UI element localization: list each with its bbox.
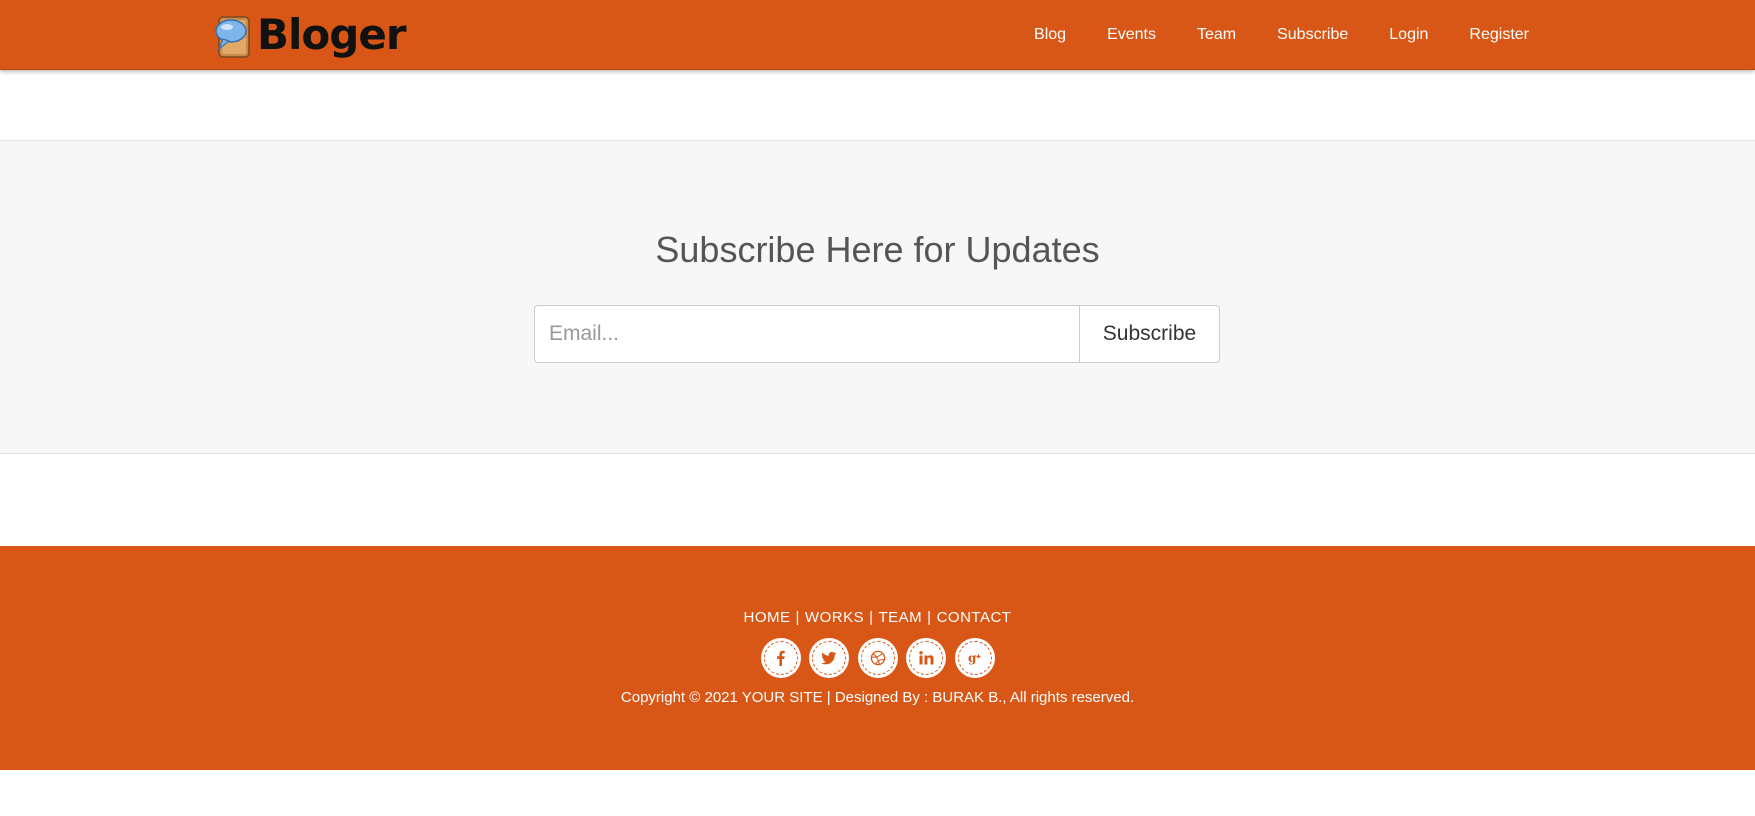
speech-bubble-book-icon xyxy=(215,16,250,58)
footer-link-home[interactable]: HOME xyxy=(744,609,791,626)
google-plus-button[interactable]: g xyxy=(954,638,995,678)
footer-link-works[interactable]: WORKS xyxy=(805,609,864,626)
footer-separator: | xyxy=(927,609,932,626)
dribbble-button[interactable] xyxy=(857,638,898,678)
google-plus-icon: g xyxy=(968,651,980,665)
twitter-icon xyxy=(821,651,837,665)
nav-link-events[interactable]: Events xyxy=(1087,26,1177,44)
subscribe-section: Subscribe Here for Updates Subscribe xyxy=(0,140,1755,454)
subscribe-form: Subscribe xyxy=(534,305,1220,363)
dribbble-icon xyxy=(870,650,885,666)
main-nav: Blog Events Team Subscribe Login Registe… xyxy=(1014,0,1529,70)
copyright-text: Copyright © 2021 YOUR SITE | Designed By… xyxy=(620,689,1135,706)
brand-logo-link[interactable]: Bloger xyxy=(213,10,407,60)
brand-name: Bloger xyxy=(257,10,407,59)
nav-link-register[interactable]: Register xyxy=(1449,26,1529,44)
facebook-button[interactable] xyxy=(760,638,801,678)
footer-separator: | xyxy=(795,609,800,626)
footer-link-contact[interactable]: CONTACT xyxy=(937,609,1012,626)
social-links: g xyxy=(0,638,1755,678)
footer-separator: | xyxy=(869,609,874,626)
linkedin-icon xyxy=(919,651,934,665)
top-navbar: Bloger Blog Events Team Subscribe Login … xyxy=(0,0,1755,70)
facebook-icon xyxy=(776,650,785,666)
linkedin-button[interactable] xyxy=(906,638,946,678)
svg-text:g: g xyxy=(968,651,977,665)
footer: HOME | WORKS | TEAM | CONTACT g Copyrigh… xyxy=(0,546,1755,770)
subscribe-button[interactable]: Subscribe xyxy=(1079,305,1220,363)
twitter-button[interactable] xyxy=(809,638,849,678)
email-input[interactable] xyxy=(534,305,1079,363)
nav-link-team[interactable]: Team xyxy=(1176,26,1256,44)
nav-link-subscribe[interactable]: Subscribe xyxy=(1257,26,1369,44)
nav-link-blog[interactable]: Blog xyxy=(1014,26,1087,44)
nav-link-login[interactable]: Login xyxy=(1369,26,1449,44)
footer-nav: HOME | WORKS | TEAM | CONTACT xyxy=(0,609,1755,626)
subscribe-title: Subscribe Here for Updates xyxy=(655,229,1100,270)
footer-link-team[interactable]: TEAM xyxy=(879,609,923,626)
